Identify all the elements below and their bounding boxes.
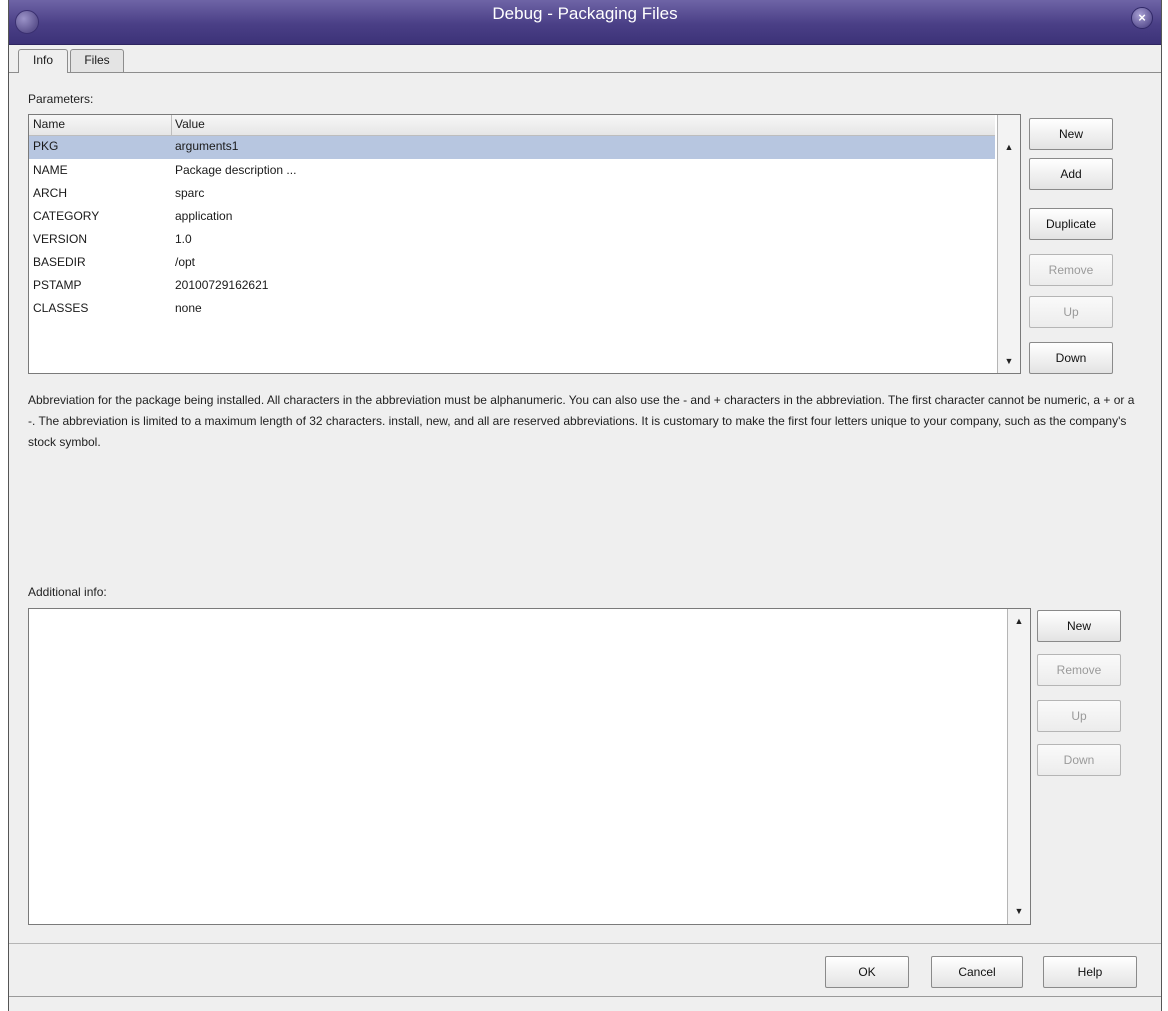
parameters-table[interactable]: Name Value PKG arguments1 NAME Package d… xyxy=(28,114,1021,374)
param-value: application xyxy=(175,209,233,223)
close-icon[interactable]: × xyxy=(1131,7,1153,29)
param-value: Package description ... xyxy=(175,163,297,177)
info-down-button[interactable]: Down xyxy=(1037,744,1121,776)
param-duplicate-button[interactable]: Duplicate xyxy=(1029,208,1113,240)
param-value: sparc xyxy=(175,186,205,200)
param-value: /opt xyxy=(175,255,196,269)
parameters-label: Parameters: xyxy=(28,92,94,106)
cancel-button[interactable]: Cancel xyxy=(931,956,1023,988)
ok-button[interactable]: OK xyxy=(825,956,909,988)
footer-separator xyxy=(9,943,1161,944)
tab-info[interactable]: Info xyxy=(18,49,68,73)
scroll-up-icon[interactable]: ▲ xyxy=(999,137,1019,157)
table-header: Name Value xyxy=(29,115,995,136)
param-remove-button[interactable]: Remove xyxy=(1029,254,1113,286)
table-row[interactable]: PKG arguments1 xyxy=(29,136,995,159)
table-row[interactable]: VERSION 1.0 xyxy=(29,229,995,252)
title-bar[interactable]: Debug - Packaging Files × xyxy=(9,0,1161,45)
param-name: NAME xyxy=(33,163,68,177)
parameters-scrollbar[interactable]: ▲ ▼ xyxy=(997,115,1020,373)
parameter-description: Abbreviation for the package being insta… xyxy=(28,393,1135,449)
param-new-button[interactable]: New xyxy=(1029,118,1113,150)
column-divider[interactable] xyxy=(171,115,172,135)
help-button[interactable]: Help xyxy=(1043,956,1137,988)
table-row[interactable]: NAME Package description ... xyxy=(29,160,995,183)
param-down-button[interactable]: Down xyxy=(1029,342,1113,374)
table-row[interactable]: ARCH sparc xyxy=(29,183,995,206)
info-up-button[interactable]: Up xyxy=(1037,700,1121,732)
param-value: 1.0 xyxy=(175,232,192,246)
param-value: 20100729162621 xyxy=(175,278,269,292)
table-row[interactable]: PSTAMP 20100729162621 xyxy=(29,275,995,298)
table-row[interactable]: CLASSES none xyxy=(29,298,995,321)
param-name: PSTAMP xyxy=(33,278,82,292)
param-add-button[interactable]: Add xyxy=(1029,158,1113,190)
scroll-up-icon[interactable]: ▲ xyxy=(1009,611,1029,631)
scroll-down-icon[interactable]: ▼ xyxy=(1009,901,1029,921)
table-row[interactable]: CATEGORY application xyxy=(29,206,995,229)
tab-files[interactable]: Files xyxy=(70,49,124,72)
param-value: none xyxy=(175,301,202,315)
column-header-name[interactable]: Name xyxy=(33,117,65,131)
param-value: arguments1 xyxy=(175,139,239,153)
additional-info-scrollbar[interactable]: ▲ ▼ xyxy=(1007,609,1030,924)
window-bottom-edge xyxy=(9,996,1161,997)
param-name: VERSION xyxy=(33,232,88,246)
additional-info-label: Additional info: xyxy=(28,585,107,599)
param-name: ARCH xyxy=(33,186,68,200)
param-up-button[interactable]: Up xyxy=(1029,296,1113,328)
tab-strip: Info Files xyxy=(9,44,1161,73)
column-header-value[interactable]: Value xyxy=(175,117,205,131)
param-name: BASEDIR xyxy=(33,255,86,269)
dialog-window: Debug - Packaging Files × Info Files Par… xyxy=(8,0,1162,1011)
additional-info-text-area[interactable]: ▲ ▼ xyxy=(28,608,1031,925)
param-name: CATEGORY xyxy=(33,209,100,223)
param-name: CLASSES xyxy=(33,301,89,315)
param-name: PKG xyxy=(33,139,59,153)
info-remove-button[interactable]: Remove xyxy=(1037,654,1121,686)
info-new-button[interactable]: New xyxy=(1037,610,1121,642)
window-title: Debug - Packaging Files xyxy=(492,4,678,23)
table-row[interactable]: BASEDIR /opt xyxy=(29,252,995,275)
scroll-down-icon[interactable]: ▼ xyxy=(999,351,1019,371)
